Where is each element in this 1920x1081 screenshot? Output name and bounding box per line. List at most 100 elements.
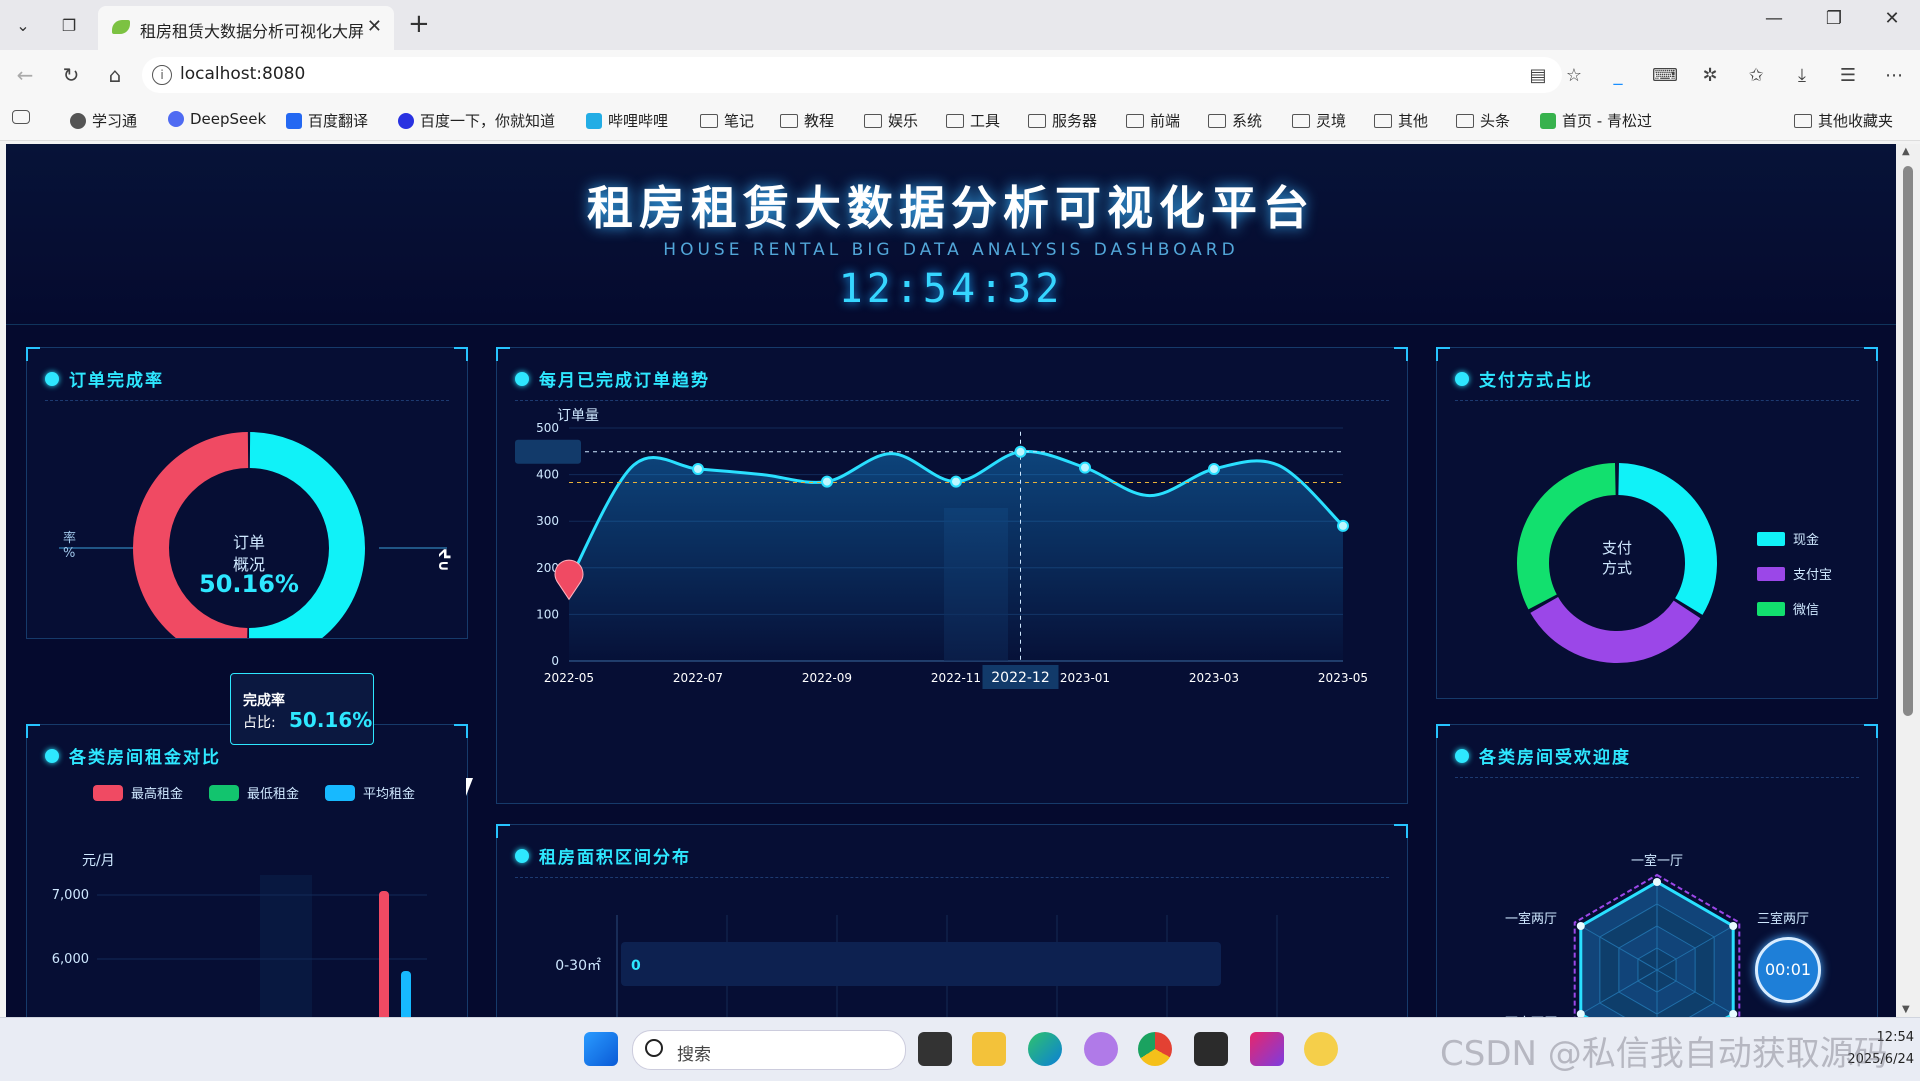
file-explorer-icon[interactable]: [972, 1032, 1006, 1066]
bookmark-qingsong[interactable]: 首页 - 青松过: [1540, 110, 1652, 131]
bookmark-xuexitong[interactable]: 学习通: [70, 110, 137, 131]
translate-icon[interactable]: ⌨: [1652, 64, 1678, 88]
intellij-icon[interactable]: [1250, 1032, 1284, 1066]
page-scrollbar[interactable]: ▲ ▼: [1896, 144, 1920, 1017]
pine-icon: [1540, 112, 1556, 129]
completion-tooltip: 完成率 占比: 50.16%: [230, 673, 374, 745]
download-icon[interactable]: ⤓: [1790, 64, 1814, 88]
maximize-button[interactable]: ❐: [1814, 8, 1854, 38]
reader-mode-icon[interactable]: ▤: [1526, 64, 1550, 88]
y-tick-label: 400: [536, 468, 559, 482]
bookmark-other-favorites[interactable]: 其他收藏夹: [1794, 110, 1893, 131]
bookmark-reading-icon[interactable]: [12, 110, 30, 124]
tab-close-icon[interactable]: ✕: [367, 16, 382, 37]
task-view-icon[interactable]: [918, 1032, 952, 1066]
browser-tab-bar: ⌄ ❐ 租房租赁大数据分析可视化大屏 ✕ + — ❐ ✕: [0, 0, 1920, 50]
data-point: [1014, 445, 1027, 458]
globe-icon: [70, 112, 86, 129]
search-label: 搜索: [677, 1045, 711, 1065]
radar-series: [1579, 880, 1735, 1017]
extensions-puzzle-icon[interactable]: ✲: [1698, 64, 1722, 88]
scroll-up-icon[interactable]: ▲: [1902, 146, 1910, 157]
payment-slice: [1530, 596, 1701, 663]
bookmark-baidu[interactable]: 百度一下，你就知道: [398, 110, 555, 131]
scroll-down-icon[interactable]: ▼: [1902, 1004, 1910, 1015]
payment-panel: 支付方式占比 支付 方式 现金 支付宝 微信: [1436, 347, 1878, 699]
site-info-icon[interactable]: i: [152, 65, 172, 85]
bilibili-icon: [586, 112, 602, 129]
data-point: [821, 475, 833, 488]
area-row-value: 0: [631, 958, 641, 974]
dashboard-title: 租房租赁大数据分析可视化平台: [587, 181, 1315, 235]
more-menu-icon[interactable]: ⋯: [1882, 64, 1906, 88]
active-tab[interactable]: 租房租赁大数据分析可视化大屏 ✕: [98, 6, 394, 50]
x-tick-label: 2022-05: [544, 671, 594, 685]
bookmark-folder-notes[interactable]: 笔记: [700, 110, 754, 131]
bookmarks-bar: 学习通 DeepSeek 百度翻译 百度一下，你就知道 哔哩哔哩 笔记 教程 娱…: [0, 100, 1920, 141]
address-input[interactable]: i localhost:8080: [142, 57, 1562, 93]
minimize-button[interactable]: —: [1754, 8, 1794, 38]
folder-icon: [780, 113, 798, 128]
favorites-icon[interactable]: ✩: [1744, 64, 1768, 88]
edge-browser-icon[interactable]: [1028, 1032, 1062, 1066]
reload-icon[interactable]: ↻: [58, 62, 84, 88]
legend-swatch: [209, 785, 239, 801]
y-tick-label: 0: [551, 654, 559, 668]
legend-swatch: [93, 785, 123, 801]
home-icon[interactable]: ⌂: [102, 62, 128, 88]
data-point: [692, 463, 704, 476]
max-marker-box: [515, 439, 581, 464]
dashboard-page: 租房租赁大数据分析可视化平台 HOUSE RENTAL BIG DATA ANA…: [6, 144, 1896, 1017]
completion-right-label: ᔪ∪: [435, 548, 453, 572]
y-tick-label: 300: [536, 514, 559, 528]
bookmark-folder-system[interactable]: 系统: [1208, 110, 1262, 131]
folder-icon: [1208, 113, 1226, 128]
terminal-icon[interactable]: [1194, 1032, 1228, 1066]
cat-app-icon[interactable]: [1084, 1032, 1118, 1066]
folder-icon: [1126, 113, 1144, 128]
trend-y-axis-name: 订单量: [557, 408, 599, 424]
chrome-icon[interactable]: [1138, 1032, 1172, 1066]
tab-list-chevron-icon[interactable]: ⌄: [6, 8, 40, 42]
bookmark-folder-frontend[interactable]: 前端: [1126, 110, 1180, 131]
x-tick-label: 2023-05: [1318, 671, 1368, 685]
scrollbar-thumb[interactable]: [1903, 166, 1913, 716]
notes-app-icon[interactable]: [1304, 1032, 1338, 1066]
bookmark-folder-lingjing[interactable]: 灵境: [1292, 110, 1346, 131]
bookmark-folder-tutorial[interactable]: 教程: [780, 110, 834, 131]
bookmark-deepseek[interactable]: DeepSeek: [168, 110, 266, 128]
legend-swatch: [1757, 567, 1785, 581]
bookmark-baidu-translate[interactable]: 百度翻译: [286, 110, 368, 131]
taskbar-search[interactable]: 搜索: [632, 1030, 906, 1070]
extension-icon[interactable]: _: [1606, 64, 1630, 88]
payment-center-line1: 支付: [1602, 539, 1632, 557]
back-arrow-icon[interactable]: ←: [12, 62, 38, 88]
workspaces-icon[interactable]: ❐: [52, 8, 86, 42]
y-tick-label: 500: [536, 421, 559, 435]
trend-line-chart: 订单量 01002003004005002022-05 2022-07 2022-0…: [515, 408, 1368, 689]
new-tab-button[interactable]: +: [408, 10, 430, 38]
legend-label: 微信: [1793, 603, 1819, 618]
payment-center-line2: 方式: [1602, 559, 1632, 577]
folder-icon: [1456, 113, 1474, 128]
timer-badge[interactable]: 00:01: [1755, 937, 1821, 1003]
completion-left-label1: 率: [63, 530, 76, 546]
rent-bar: [401, 971, 411, 1017]
favorite-star-icon[interactable]: ☆: [1562, 64, 1586, 88]
profile-icon[interactable]: ☰: [1836, 64, 1860, 88]
legend-label: 最低租金: [247, 786, 299, 802]
bookmark-folder-servers[interactable]: 服务器: [1028, 110, 1097, 131]
close-window-button[interactable]: ✕: [1872, 8, 1912, 38]
bookmark-folder-entertainment[interactable]: 娱乐: [864, 110, 918, 131]
windows-start-icon[interactable]: [584, 1032, 618, 1066]
bookmark-folder-tools[interactable]: 工具: [946, 110, 1000, 131]
deepseek-icon: [168, 111, 184, 127]
dashboard-subtitle: HOUSE RENTAL BIG DATA ANALYSIS DASHBOARD: [663, 240, 1239, 260]
address-toolbar: ← ↻ ⌂ i localhost:8080 ▤ ☆ _ ⌨ ✲ ✩ ⤓ ☰ ⋯: [0, 50, 1920, 100]
bookmark-folder-other[interactable]: 其他: [1374, 110, 1428, 131]
bookmark-folder-toutiao[interactable]: 头条: [1456, 110, 1510, 131]
rent-bar: [379, 891, 389, 1017]
leaf-favicon-icon: [112, 20, 130, 34]
bookmark-bilibili[interactable]: 哔哩哔哩: [586, 110, 668, 131]
tab-title: 租房租赁大数据分析可视化大屏: [140, 22, 365, 41]
